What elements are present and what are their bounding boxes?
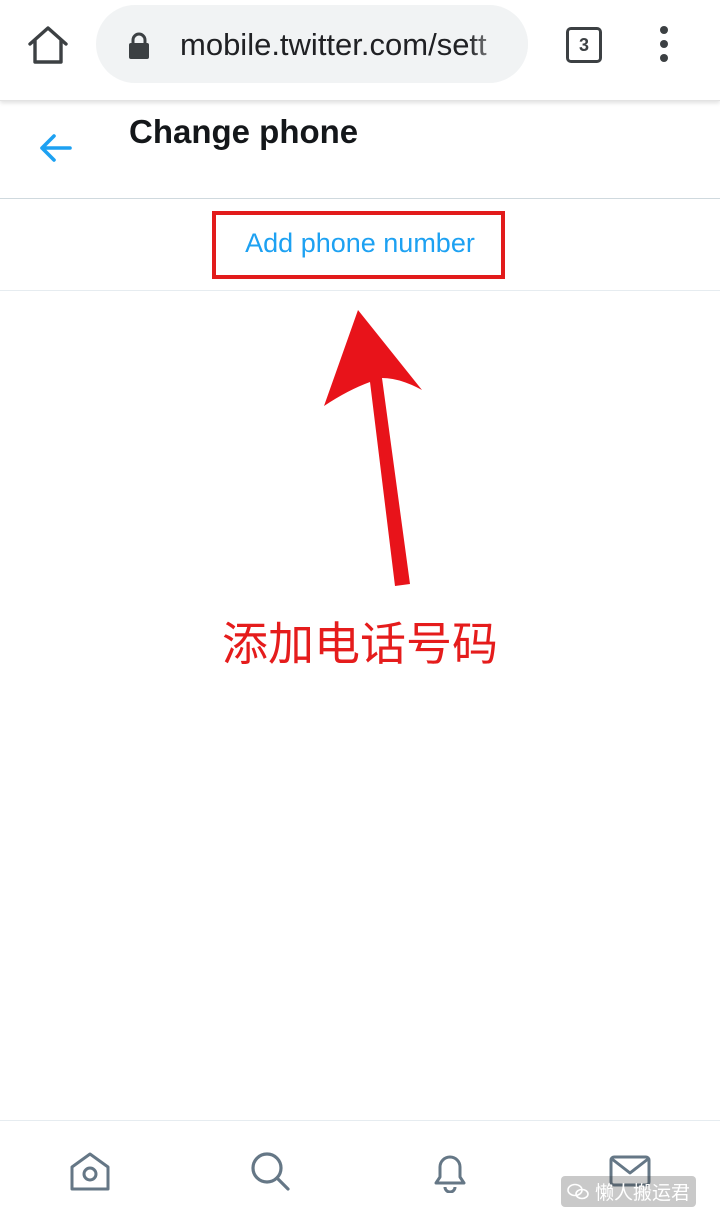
address-bar[interactable]: mobile.twitter.com/sett <box>96 5 528 83</box>
notifications-icon[interactable] <box>428 1149 472 1194</box>
search-icon[interactable] <box>248 1149 292 1193</box>
chat-bubble-icon <box>567 1183 589 1199</box>
lock-icon <box>126 31 152 61</box>
page-header: Change phone <box>0 100 720 199</box>
annotation-text: 添加电话号码 <box>222 617 498 671</box>
arrow-left-icon[interactable] <box>36 130 76 166</box>
url-text[interactable]: mobile.twitter.com/sett <box>180 27 510 63</box>
bottom-nav: 懒人搬运君 <box>0 1120 720 1221</box>
page-title: Change phone <box>129 113 359 150</box>
annotation-arrow <box>324 310 422 586</box>
tab-count-button[interactable]: 3 <box>566 27 602 63</box>
browser-toolbar: mobile.twitter.com/sett 3 <box>0 0 720 101</box>
watermark: 懒人搬运君 <box>560 1176 696 1207</box>
home-icon[interactable] <box>68 1149 112 1193</box>
more-vert-icon[interactable] <box>650 24 678 66</box>
watermark-text: 懒人搬运君 <box>594 1183 690 1204</box>
url-fade <box>468 5 528 83</box>
highlight-box <box>212 211 505 279</box>
home-icon[interactable] <box>24 22 72 70</box>
